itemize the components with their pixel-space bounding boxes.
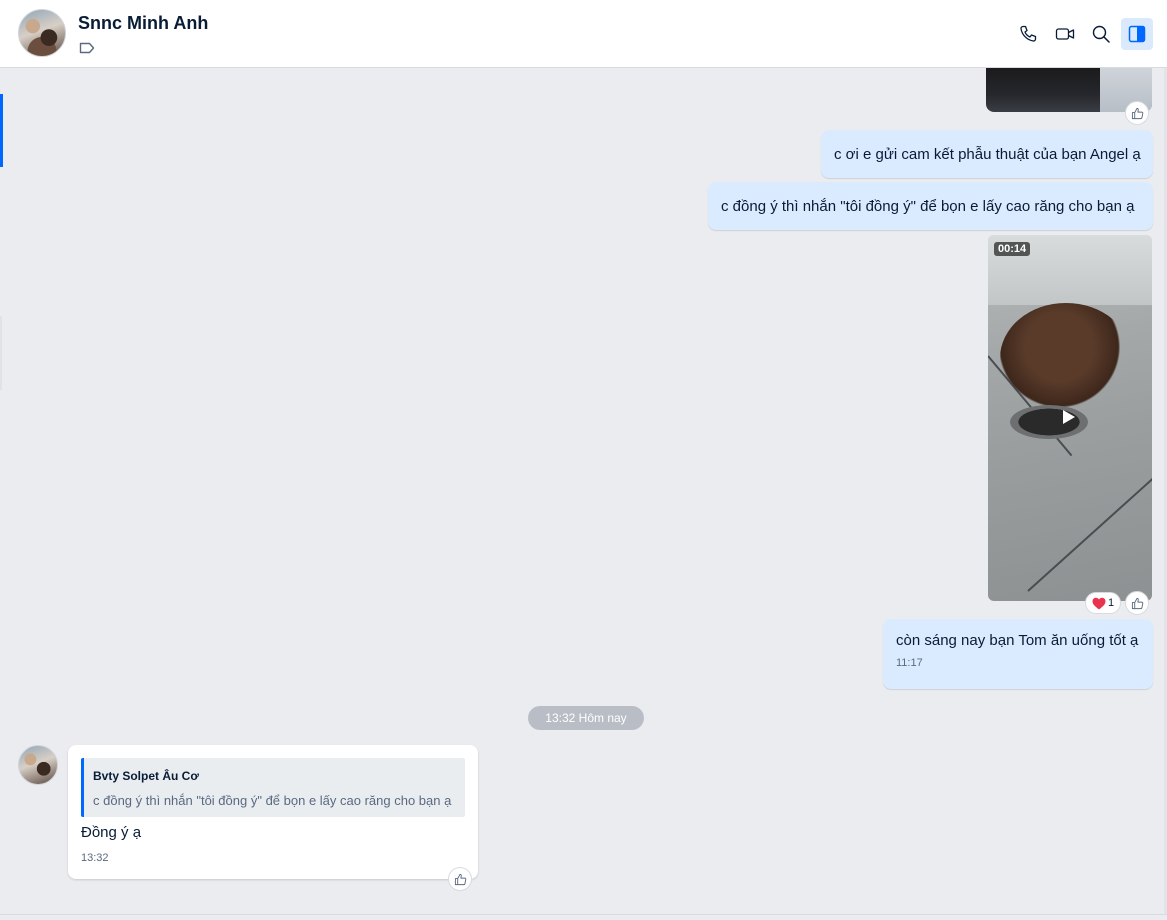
- outgoing-message[interactable]: c đồng ý thì nhắn "tôi đồng ý" để bọn e …: [708, 182, 1153, 230]
- thumbs-up-icon: [454, 873, 466, 885]
- thumbs-up-icon: [1131, 107, 1143, 119]
- quoted-message[interactable]: Bvty Solpet Âu Cơ c đồng ý thì nhắn "tôi…: [81, 758, 465, 817]
- left-divider-strip: [0, 316, 2, 390]
- contact-name[interactable]: Snnc Minh Anh: [78, 13, 208, 34]
- message-text: còn sáng nay bạn Tom ăn uống tốt ạ: [896, 632, 1139, 649]
- contact-avatar[interactable]: [18, 9, 66, 57]
- left-accent-strip: [0, 94, 3, 167]
- sidebar-toggle-icon[interactable]: [1121, 18, 1153, 50]
- outgoing-message[interactable]: còn sáng nay bạn Tom ăn uống tốt ạ 11:17: [883, 619, 1153, 689]
- composer-divider: [0, 914, 1167, 915]
- message-text: c đồng ý thì nhắn "tôi đồng ý" để bọn e …: [721, 197, 1135, 215]
- message-text: c ơi e gửi cam kết phẫu thuật của bạn An…: [834, 145, 1141, 163]
- reaction-badge[interactable]: 1: [1085, 592, 1121, 614]
- thumbs-up-icon: [1131, 597, 1143, 609]
- search-icon[interactable]: [1085, 18, 1117, 50]
- quote-text: c đồng ý thì nhắn "tôi đồng ý" để bọn e …: [93, 793, 452, 808]
- like-button[interactable]: [1125, 101, 1149, 125]
- message-time: 13:32: [81, 852, 109, 864]
- phone-icon[interactable]: [1012, 18, 1044, 50]
- floor-line: [1027, 476, 1152, 592]
- dog-thumbnail: [1000, 303, 1132, 413]
- heart-icon: [1092, 597, 1106, 609]
- message-time: 11:17: [896, 657, 923, 669]
- like-button[interactable]: [448, 867, 472, 891]
- incoming-message[interactable]: Bvty Solpet Âu Cơ c đồng ý thì nhắn "tôi…: [68, 745, 478, 879]
- video-message[interactable]: 00:14: [988, 235, 1152, 601]
- video-duration: 00:14: [994, 242, 1031, 256]
- reaction-count: 1: [1107, 597, 1115, 609]
- sender-avatar[interactable]: [18, 745, 58, 785]
- date-divider: 13:32 Hôm nay: [528, 706, 644, 730]
- tag-icon[interactable]: [79, 42, 95, 54]
- video-call-icon[interactable]: [1049, 18, 1081, 50]
- play-icon[interactable]: [1062, 409, 1076, 425]
- quote-author: Bvty Solpet Âu Cơ: [93, 769, 199, 783]
- bowl-thumbnail: [1010, 405, 1088, 439]
- chat-header: Snnc Minh Anh: [0, 0, 1167, 68]
- message-text: Đồng ý ạ: [81, 824, 142, 841]
- like-button[interactable]: [1125, 591, 1149, 615]
- outgoing-message[interactable]: c ơi e gửi cam kết phẫu thuật của bạn An…: [821, 130, 1153, 178]
